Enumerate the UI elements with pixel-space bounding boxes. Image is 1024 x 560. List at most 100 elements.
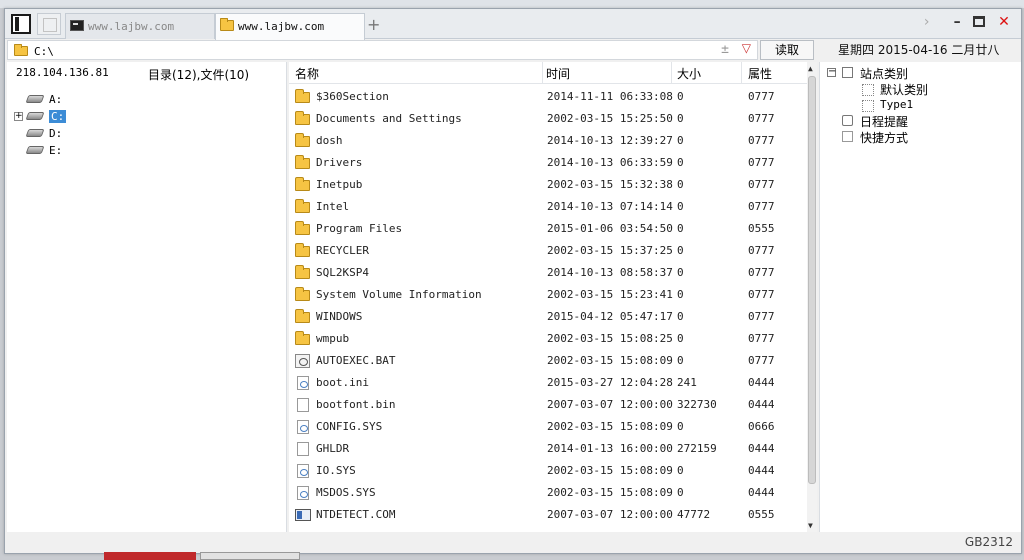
shortcuts-label[interactable]: 快捷方式: [860, 129, 908, 146]
column-time[interactable]: 时间: [546, 65, 570, 82]
folder-icon: [295, 111, 310, 125]
file-row[interactable]: bootfont.bin 2007-03-07 12:00:00 322730 044…: [289, 394, 807, 416]
file-row[interactable]: GHLDR 2014-01-13 16:00:00 272159 0444: [289, 438, 807, 460]
server-ip: 218.104.136.81: [16, 66, 109, 79]
plus-minus-icon[interactable]: ±: [721, 42, 729, 57]
file-row[interactable]: AUTOEXEC.BAT 2002-03-15 15:08:09 0 0777: [289, 350, 807, 372]
background-gray-tab: [200, 552, 300, 560]
tab-bar: www.lajbw.com www.lajbw.com + › – ✕: [5, 9, 1021, 40]
schedule-label[interactable]: 日程提醒: [860, 113, 908, 130]
folder-icon: [295, 243, 310, 257]
file-row[interactable]: $360Section 2014-11-11 06:33:08 0 0777: [289, 86, 807, 108]
column-divider[interactable]: [741, 62, 742, 84]
file-row[interactable]: Program Files 2015-01-06 03:54:50 0 0555: [289, 218, 807, 240]
drive-icon: [25, 146, 45, 154]
file-row[interactable]: Documents and Settings 2002-03-15 15:25:5…: [289, 108, 807, 130]
minimize-button[interactable]: –: [948, 14, 966, 30]
schedule-icon: [842, 115, 853, 126]
path-input[interactable]: [34, 43, 704, 59]
type1-label[interactable]: Type1: [880, 98, 913, 111]
vertical-scrollbar[interactable]: ▲ ▼: [807, 62, 817, 532]
terminal-icon: [70, 20, 84, 31]
folder-icon: [295, 331, 310, 345]
file-row[interactable]: wmpub 2002-03-15 15:08:25 0 0777: [289, 328, 807, 350]
file-row[interactable]: WINDOWS 2015-04-12 05:47:17 0 0777: [289, 306, 807, 328]
file-row[interactable]: IO.SYS 2002-03-15 15:08:09 0 0444: [289, 460, 807, 482]
date-label: 星期四 2015-04-16 二月廿八: [838, 43, 1000, 57]
default-category-label[interactable]: 默认类别: [880, 81, 928, 98]
file-row[interactable]: System Volume Information 2002-03-15 15:2…: [289, 284, 807, 306]
config-file-icon: [297, 376, 309, 390]
column-divider[interactable]: [542, 62, 543, 84]
scrollbar-thumb[interactable]: [808, 76, 816, 484]
maximize-button[interactable]: [972, 16, 985, 27]
site-category-label[interactable]: 站点类别: [860, 65, 908, 82]
new-tab-button[interactable]: +: [367, 15, 380, 34]
address-bar: ± ▽: [7, 40, 758, 60]
batch-file-icon: [295, 354, 310, 368]
file-row[interactable]: NTDETECT.COM 2007-03-07 12:00:00 47772 0555: [289, 504, 807, 526]
system-file-icon: [297, 486, 309, 500]
drive-icon: [25, 95, 45, 103]
directory-tree-pane: 218.104.136.81 目录(12),文件(10) + A: C: D: …: [7, 62, 287, 532]
site-category-pane: − 站点类别 默认类别 Type1 日程提醒 快捷方式: [819, 62, 1021, 532]
file-row[interactable]: boot.ini 2015-03-27 12:04:28 241 0444: [289, 372, 807, 394]
system-file-icon: [297, 464, 309, 478]
file-list-header: 名称 时间 大小 属性: [289, 62, 807, 84]
file-row[interactable]: SQL2KSP4 2014-10-13 08:58:37 0 0777: [289, 262, 807, 284]
background-red-tab: [104, 552, 196, 560]
window-controls: › – ✕: [916, 14, 1013, 30]
folder-icon: [220, 18, 234, 31]
blank-tab-icon[interactable]: [37, 13, 61, 35]
column-size[interactable]: 大小: [677, 65, 701, 82]
encoding-status[interactable]: GB2312: [965, 535, 1013, 549]
executable-file-icon: [295, 509, 311, 521]
expand-icon[interactable]: +: [14, 112, 23, 121]
tab-file-manager[interactable]: www.lajbw.com: [215, 13, 365, 40]
scroll-up-icon[interactable]: ▲: [808, 64, 813, 73]
address-row: ± ▽ 读取 星期四 2015-04-16 二月廿八: [5, 40, 1021, 60]
column-name[interactable]: 名称: [295, 65, 319, 82]
file-row[interactable]: MSDOS.SYS 2002-03-15 15:08:09 0 0444: [289, 482, 807, 504]
background-app-strip: [0, 0, 1024, 8]
drive-icon: [25, 112, 45, 120]
file-icon: [297, 398, 309, 412]
column-attr[interactable]: 属性: [748, 65, 772, 82]
scroll-down-icon[interactable]: ▼: [808, 521, 813, 530]
folder-icon: [295, 309, 310, 323]
drive-label: D:: [49, 127, 63, 140]
folder-icon: [295, 221, 310, 235]
panel-toggle-icon[interactable]: [11, 14, 31, 34]
file-row[interactable]: Intel 2014-10-13 07:14:14 0 0777: [289, 196, 807, 218]
column-divider[interactable]: [671, 62, 672, 84]
folder-icon: [295, 287, 310, 301]
file-row[interactable]: CONFIG.SYS 2002-03-15 15:08:09 0 0666: [289, 416, 807, 438]
tab-label: www.lajbw.com: [88, 20, 175, 33]
collapse-icon[interactable]: −: [827, 67, 836, 77]
file-row[interactable]: Drivers 2014-10-13 06:33:59 0 0777: [289, 152, 807, 174]
file-row[interactable]: RECYCLER 2002-03-15 15:37:25 0 0777: [289, 240, 807, 262]
file-row[interactable]: Inetpub 2002-03-15 15:32:38 0 0777: [289, 174, 807, 196]
read-button[interactable]: 读取: [760, 40, 814, 60]
type1-icon: [862, 100, 874, 112]
folder-icon: [295, 265, 310, 279]
file-list-pane: 名称 时间 大小 属性 $360Section 2014-11-11 06:33:…: [289, 62, 817, 532]
background-app-peek: [104, 552, 404, 560]
file-row[interactable]: dosh 2014-10-13 12:39:27 0 0777: [289, 130, 807, 152]
folder-icon: [295, 133, 310, 147]
item-count: 目录(12),文件(10): [148, 68, 250, 82]
tab-terminal[interactable]: www.lajbw.com: [65, 13, 215, 39]
dropdown-arrow-icon[interactable]: ▽: [742, 41, 751, 55]
chevron-right-icon[interactable]: ›: [918, 14, 936, 30]
folder-icon: [295, 89, 310, 103]
system-file-icon: [297, 420, 309, 434]
close-button[interactable]: ✕: [995, 14, 1013, 30]
tab-label: www.lajbw.com: [238, 20, 325, 33]
folder-icon: [295, 177, 310, 191]
drive-icon: [25, 129, 45, 137]
file-list: $360Section 2014-11-11 06:33:08 0 0777 Docu…: [289, 86, 807, 526]
category-icon: [842, 67, 853, 78]
drive-label: A:: [49, 93, 63, 106]
shortcut-icon: [842, 131, 853, 142]
file-icon: [297, 442, 309, 456]
